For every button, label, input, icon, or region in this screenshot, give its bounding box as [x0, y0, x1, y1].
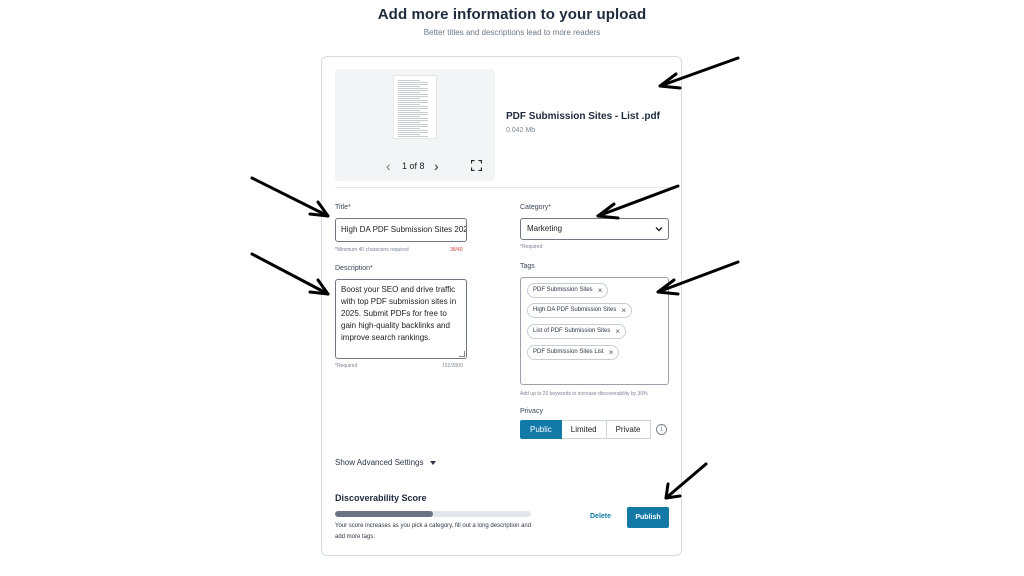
tag-chip: List of PDF Submission Sites × [527, 324, 627, 339]
description-label: Description* [335, 265, 373, 272]
title-char-count: 38/40 [450, 247, 463, 253]
discoverability-text: Your score increases as you pick a categ… [335, 523, 532, 540]
thumbnail-line [398, 136, 428, 137]
title-hint: *Minimum 40 characters required [335, 247, 409, 253]
tag-label: PDF Submission Sites List [533, 349, 604, 355]
discoverability-score-bar [335, 511, 531, 517]
discoverability-score-fill [335, 511, 433, 517]
page-title: Add more information to your upload [377, 6, 647, 23]
remove-tag-icon[interactable]: × [621, 304, 626, 317]
chevron-down-icon [655, 227, 663, 232]
page-subtitle: Better titles and descriptions lead to m… [423, 28, 601, 37]
remove-tag-icon[interactable]: × [615, 325, 620, 338]
thumbnail-line [398, 132, 428, 133]
thumbnail-line [398, 100, 428, 101]
category-label: Category* [520, 204, 552, 211]
thumbnail-line [398, 114, 428, 115]
publish-button[interactable]: Publish [627, 507, 669, 528]
thumbnail-line [398, 128, 420, 129]
category-hint: *Required [520, 244, 543, 250]
page-navigator: ‹ 1 of 8 › [335, 157, 495, 177]
advanced-settings-label: Show Advanced Settings [335, 458, 424, 467]
chevron-right-icon[interactable]: › [434, 158, 439, 174]
discoverability-title: Discoverability Score [335, 493, 427, 503]
file-size: 0.042 Mb [506, 127, 536, 134]
thumbnail-line [398, 116, 420, 117]
tags-hint: Add up to 20 keywords to increase discov… [520, 391, 648, 397]
thumbnail-line [398, 124, 428, 125]
thumbnail-line [398, 82, 428, 83]
tag-label: High DA PDF Submission Sites [533, 307, 617, 313]
privacy-private-button[interactable]: Private [606, 420, 651, 439]
thumbnail-line [398, 106, 428, 107]
remove-tag-icon[interactable]: × [609, 346, 614, 359]
divider [335, 187, 670, 188]
thumbnail-line [398, 90, 428, 91]
description-text: Boost your SEO and drive traffic with to… [341, 285, 457, 342]
resize-handle[interactable] [459, 351, 465, 357]
page-header: Add more information to your upload Bett… [0, 6, 1024, 37]
thumbnail-line [398, 130, 428, 131]
thumbnail-line [398, 120, 428, 121]
thumbnail-line [398, 118, 428, 119]
description-textarea[interactable]: Boost your SEO and drive traffic with to… [335, 279, 467, 359]
caret-down-icon [429, 460, 436, 465]
tag-label: PDF Submission Sites [533, 287, 593, 293]
delete-button[interactable]: Delete [590, 513, 611, 520]
remove-tag-icon[interactable]: × [598, 284, 603, 297]
thumbnail-line [398, 112, 428, 113]
privacy-label: Privacy [520, 408, 543, 415]
thumbnail-line [398, 104, 420, 105]
document-preview: ‹ 1 of 8 › [335, 69, 495, 181]
thumbnail-line [398, 96, 428, 97]
thumbnail-line [398, 94, 428, 95]
description-hint: *Required [335, 363, 358, 369]
file-name: PDF Submission Sites - List .pdf [506, 111, 660, 122]
thumbnail-line [398, 80, 420, 81]
thumbnail-line [398, 122, 420, 123]
fullscreen-icon[interactable] [471, 160, 482, 171]
thumbnail-line [398, 138, 428, 139]
info-icon[interactable]: i [656, 424, 667, 435]
thumbnail-line [398, 126, 428, 127]
thumbnail-line [398, 110, 420, 111]
privacy-public-button[interactable]: Public [520, 420, 562, 439]
privacy-limited-button[interactable]: Limited [561, 420, 607, 439]
chevron-left-icon[interactable]: ‹ [386, 158, 391, 174]
tag-chip: PDF Submission Sites × [527, 283, 609, 298]
thumbnail-line [398, 98, 420, 99]
annotation-arrow [250, 252, 330, 296]
annotation-arrow [250, 176, 330, 218]
category-select[interactable]: Marketing [520, 218, 669, 240]
tag-label: List of PDF Submission Sites [533, 328, 611, 334]
page-thumbnail [393, 75, 437, 139]
privacy-toggle: Public Limited Private [520, 420, 651, 439]
title-label: Title* [335, 204, 351, 211]
tag-chip: High DA PDF Submission Sites × [527, 303, 633, 318]
thumbnail-line [398, 92, 420, 93]
tags-input[interactable]: PDF Submission Sites × High DA PDF Submi… [520, 277, 669, 385]
thumbnail-line [398, 86, 420, 87]
thumbnail-line [398, 84, 428, 85]
thumbnail-line [398, 102, 428, 103]
upload-details-card: ‹ 1 of 8 › PDF Submission Sites - List .… [321, 56, 682, 556]
title-input[interactable]: High DA PDF Submission Sites 2025 [335, 218, 467, 242]
category-value: Marketing [527, 224, 563, 233]
tag-chip: PDF Submission Sites List × [527, 345, 620, 360]
description-char-count: 152/3000 [442, 363, 463, 369]
page-indicator: 1 of 8 [402, 161, 425, 171]
thumbnail-line [398, 88, 428, 89]
tags-label: Tags [520, 263, 535, 270]
thumbnail-line [398, 134, 420, 135]
thumbnail-line [398, 108, 428, 109]
advanced-settings-toggle[interactable]: Show Advanced Settings [335, 458, 436, 467]
